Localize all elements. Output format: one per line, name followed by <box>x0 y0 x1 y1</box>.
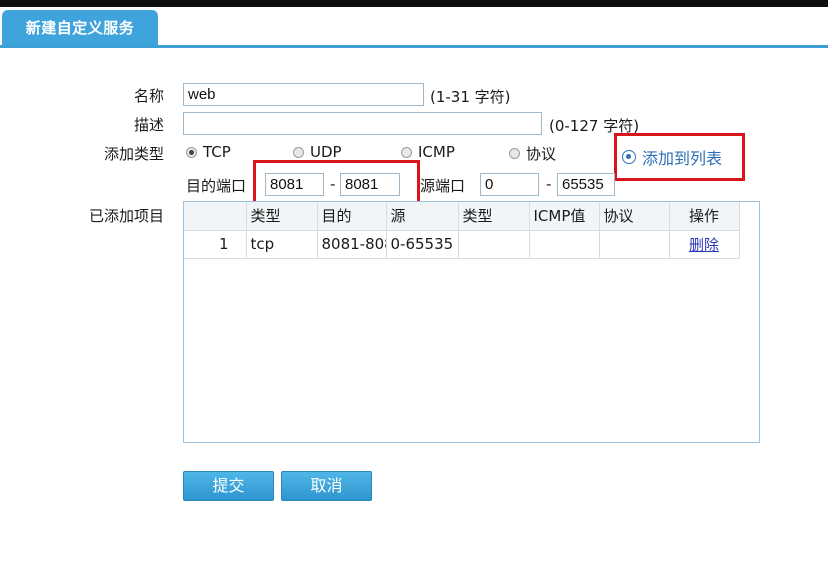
added-items-table: 类型 目的 源 类型 ICMP值 协议 操作 1 tcp 8081-8081 0… <box>183 201 760 443</box>
cell-type: tcp <box>246 230 318 259</box>
src-port-from-input[interactable] <box>480 173 539 196</box>
col-protocol-header: 协议 <box>599 202 670 231</box>
name-label: 名称 <box>133 87 164 105</box>
description-input[interactable] <box>183 112 542 135</box>
src-port-to-input[interactable] <box>557 173 615 196</box>
added-items-label: 已添加项目 <box>88 207 164 225</box>
col-index-header <box>184 202 247 231</box>
col-icmp-type-header: 类型 <box>458 202 530 231</box>
description-label: 描述 <box>133 116 164 134</box>
cell-dest: 8081-8081 <box>317 230 387 259</box>
cell-action: 删除 <box>669 230 740 259</box>
top-bar <box>0 0 828 7</box>
col-icmp-value-header: ICMP值 <box>529 202 600 231</box>
cell-protocol <box>599 230 670 259</box>
tab-new-custom-service[interactable]: 新建自定义服务 <box>2 10 158 46</box>
cell-src: 0-65535 <box>386 230 459 259</box>
name-input[interactable] <box>183 83 424 106</box>
tab-underline <box>0 45 828 48</box>
cell-icmp-value <box>529 230 600 259</box>
radio-protocol[interactable]: 协议 <box>509 143 556 164</box>
cell-index: 1 <box>184 230 247 259</box>
radio-icmp-label: ICMP <box>418 143 455 161</box>
table-row: 1 tcp 8081-8081 0-65535 删除 <box>184 230 740 259</box>
name-hint: (1-31 字符) <box>430 88 511 106</box>
col-action-header: 操作 <box>669 202 740 231</box>
col-dest-header: 目的 <box>317 202 387 231</box>
add-type-label: 添加类型 <box>103 145 164 163</box>
cancel-button[interactable]: 取消 <box>281 471 372 501</box>
col-type-header: 类型 <box>246 202 318 231</box>
delete-link[interactable]: 删除 <box>689 236 719 254</box>
col-src-header: 源 <box>386 202 459 231</box>
radio-icon <box>401 146 412 158</box>
radio-tcp-label: TCP <box>203 143 231 161</box>
highlight-add-to-list <box>614 133 745 181</box>
radio-tcp[interactable]: TCP <box>186 143 231 161</box>
highlight-dest-port <box>253 160 420 205</box>
radio-icon <box>293 146 304 158</box>
radio-udp-label: UDP <box>310 143 342 161</box>
radio-icon <box>509 148 520 159</box>
table-header-row: 类型 目的 源 类型 ICMP值 协议 操作 <box>184 202 740 231</box>
src-port-label: 源端口 <box>420 177 466 195</box>
cell-icmp-type <box>458 230 530 259</box>
radio-icmp[interactable]: ICMP <box>401 143 455 161</box>
radio-selected-icon <box>186 146 197 158</box>
radio-udp[interactable]: UDP <box>293 143 342 161</box>
radio-protocol-label: 协议 <box>526 145 557 163</box>
submit-button[interactable]: 提交 <box>183 471 274 501</box>
dest-port-label: 目的端口 <box>186 177 247 195</box>
src-port-dash: - <box>546 175 552 193</box>
